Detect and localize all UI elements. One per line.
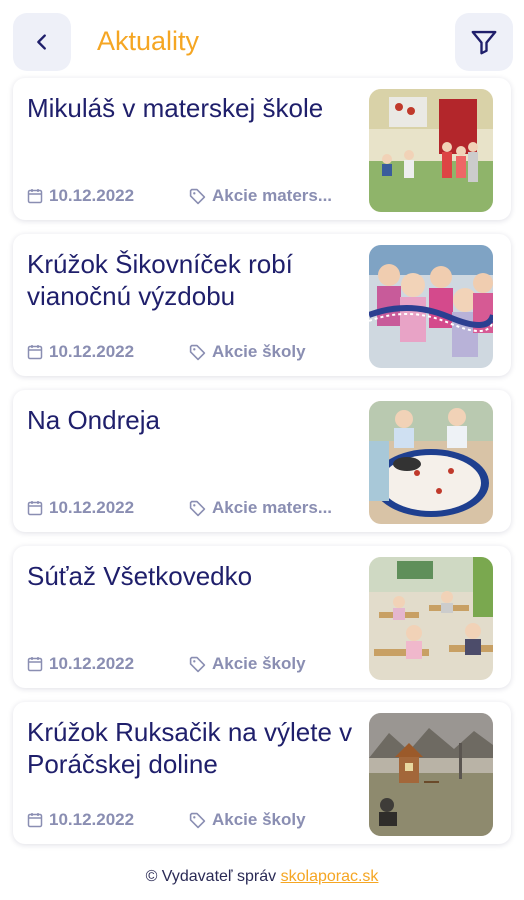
article-list: Mikuláš v materskej škole 10.12.2022 Akc… — [13, 78, 511, 858]
article-title: Krúžok Šikovníček robí vianočnú výzdobu — [27, 249, 293, 311]
calendar-icon — [27, 189, 43, 204]
article-date: 10.12.2022 — [27, 186, 134, 206]
tag-icon — [189, 500, 206, 516]
article-date: 10.12.2022 — [27, 810, 134, 830]
calendar-icon — [27, 657, 43, 672]
article-title: Mikuláš v materskej škole — [27, 93, 324, 123]
publisher-label: © Vydavateľ správ — [145, 868, 277, 885]
article-title: Krúžok Ruksačik na výlete v Poráčskej do… — [27, 717, 353, 779]
article-category: Akcie maters... — [189, 186, 332, 206]
article-category: Akcie školy — [189, 342, 306, 362]
publisher-link[interactable]: skolaporac.sk — [281, 868, 379, 885]
article-date: 10.12.2022 — [27, 654, 134, 674]
tag-icon — [189, 344, 206, 360]
tag-icon — [189, 188, 206, 204]
article-thumbnail — [369, 401, 493, 524]
article-thumbnail — [369, 713, 493, 836]
calendar-icon — [27, 501, 43, 516]
article-card[interactable]: Súťaž Všetkovedko 10.12.2022 Akcie školy — [13, 546, 511, 688]
article-thumbnail — [369, 557, 493, 680]
article-card[interactable]: Mikuláš v materskej škole 10.12.2022 Akc… — [13, 78, 511, 220]
article-card[interactable]: Krúžok Ruksačik na výlete v Poráčskej do… — [13, 702, 511, 844]
footer: © Vydavateľ správ skolaporac.sk — [0, 868, 524, 886]
chevron-left-icon — [37, 34, 46, 50]
calendar-icon — [27, 345, 43, 360]
article-category: Akcie školy — [189, 810, 306, 830]
article-date: 10.12.2022 — [27, 342, 134, 362]
calendar-icon — [27, 813, 43, 828]
app-header: Aktuality — [0, 0, 524, 80]
tag-icon — [189, 656, 206, 672]
back-button[interactable] — [13, 13, 71, 71]
filter-button[interactable] — [455, 13, 513, 71]
article-card[interactable]: Na Ondreja 10.12.2022 Akcie maters... — [13, 390, 511, 532]
article-card[interactable]: Krúžok Šikovníček robí vianočnú výzdobu … — [13, 234, 511, 376]
article-category: Akcie školy — [189, 654, 306, 674]
article-title: Súťaž Všetkovedko — [27, 561, 253, 591]
article-thumbnail — [369, 245, 493, 368]
article-title: Na Ondreja — [27, 405, 160, 435]
article-thumbnail — [369, 89, 493, 212]
tag-icon — [189, 812, 206, 828]
filter-icon — [471, 30, 497, 55]
page-title: Aktuality — [97, 26, 200, 56]
article-date: 10.12.2022 — [27, 498, 134, 518]
article-category: Akcie maters... — [189, 498, 332, 518]
